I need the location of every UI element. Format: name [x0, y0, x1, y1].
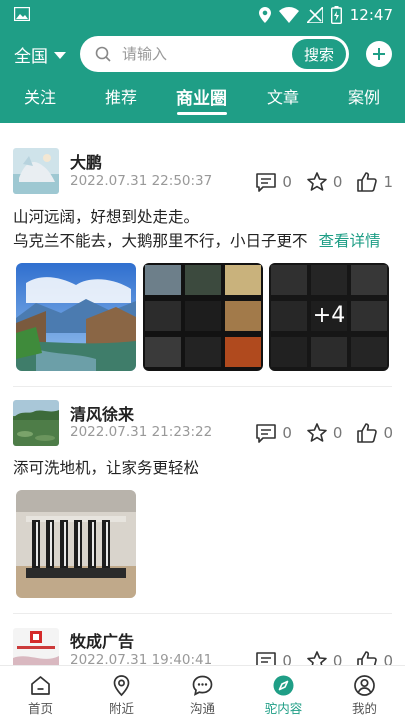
post-image[interactable] [143, 263, 263, 371]
like-stat[interactable]: 0 [356, 422, 393, 444]
more-images-badge: +4 [312, 303, 346, 328]
post-stats: 0 0 0 [241, 650, 393, 665]
tab-cases[interactable]: 案例 [348, 84, 380, 108]
user-icon [354, 675, 375, 696]
nav-nearby-label: 附近 [108, 701, 134, 716]
post-author[interactable]: 大鹏 [70, 149, 102, 173]
comment-stat[interactable]: 0 [255, 422, 292, 444]
comment-count: 0 [282, 652, 292, 665]
tab-articles[interactable]: 文章 [267, 84, 299, 108]
add-post-button[interactable] [366, 41, 392, 67]
tab-recommend[interactable]: 推荐 [105, 84, 137, 108]
city-selector[interactable]: 全国 [14, 42, 66, 67]
view-details-link[interactable]: 查看详情 [318, 232, 380, 250]
thumbs-up-icon [357, 651, 378, 665]
star-icon [307, 423, 327, 442]
search-icon [95, 46, 111, 62]
comment-count: 0 [282, 173, 292, 191]
divider [13, 386, 392, 387]
post-time: 2022.07.31 19:40:41 [70, 652, 213, 665]
like-count: 1 [383, 173, 393, 191]
search-box: 搜索 [80, 36, 349, 72]
tab-follow[interactable]: 关注 [24, 84, 56, 108]
favorite-stat[interactable]: 0 [306, 171, 343, 193]
status-icons: 12:47 [258, 5, 393, 25]
like-count: 0 [383, 652, 393, 665]
star-icon [307, 651, 327, 665]
status-bar: 12:47 [0, 0, 405, 30]
nav-home[interactable]: 首页 [0, 666, 81, 720]
active-tab-indicator [177, 112, 227, 115]
gallery-notification-icon [14, 7, 30, 21]
post-stats: 0 0 0 [241, 422, 393, 444]
post-author[interactable]: 清风徐来 [70, 401, 134, 425]
post-time: 2022.07.31 22:50:37 [70, 173, 213, 189]
thumbs-up-icon [357, 172, 378, 192]
post-stats: 0 0 1 [241, 171, 393, 193]
location-status-icon [258, 7, 271, 23]
post-text-line: 山河远阔，好想到处走走。 [13, 208, 200, 226]
avatar[interactable] [13, 148, 59, 194]
tab-business-circle[interactable]: 商业圈 [176, 84, 227, 109]
city-label: 全国 [14, 47, 48, 67]
nav-chat[interactable]: 沟通 [162, 666, 243, 720]
nav-home-label: 首页 [27, 701, 53, 716]
nav-profile[interactable]: 我的 [324, 666, 405, 720]
favorite-count: 0 [332, 173, 343, 191]
nav-chat-label: 沟通 [189, 701, 215, 716]
like-count: 0 [383, 424, 393, 442]
search-row: 全国 搜索 [0, 36, 405, 72]
search-input[interactable] [122, 44, 282, 64]
nav-content-label: 驼内容 [264, 701, 303, 716]
favorite-count: 0 [332, 424, 343, 442]
comment-icon [256, 173, 277, 192]
battery-icon [330, 6, 342, 24]
location-pin-icon [113, 675, 130, 697]
thumbs-up-icon [357, 423, 378, 443]
avatar[interactable] [13, 628, 59, 665]
category-tabs: 关注 推荐 商业圈 文章 案例 [0, 84, 405, 115]
signal-off-icon [306, 7, 323, 23]
star-icon [307, 172, 327, 191]
post-text-line: 乌克兰不能去，大鹅那里不行，小日子更不 查看详情 [13, 229, 380, 253]
comment-stat[interactable]: 0 [255, 650, 292, 665]
nav-profile-label: 我的 [351, 701, 377, 716]
home-icon [31, 676, 50, 695]
comment-count: 0 [282, 424, 292, 442]
comment-icon [256, 652, 277, 665]
favorite-stat[interactable]: 0 [306, 422, 343, 444]
comment-stat[interactable]: 0 [255, 171, 292, 193]
nav-content[interactable]: 驼内容 [243, 666, 324, 720]
caret-down-icon [54, 52, 66, 59]
divider [13, 613, 392, 614]
comment-icon [256, 424, 277, 443]
bottom-nav: 首页 附近 沟通 驼内容 我的 [0, 665, 405, 720]
post-time: 2022.07.31 21:23:22 [70, 424, 213, 440]
post-image[interactable] [16, 263, 136, 371]
wifi-icon [278, 7, 299, 23]
post-author[interactable]: 牧成广告 [70, 628, 134, 652]
search-button[interactable]: 搜索 [292, 39, 346, 69]
favorite-count: 0 [332, 652, 343, 665]
clock: 12:47 [349, 6, 393, 24]
top-header: 12:47 全国 搜索 关注 推荐 商业圈 文章 案例 [0, 0, 405, 123]
like-stat[interactable]: 1 [356, 171, 393, 193]
post-text-continued: 乌克兰不能去，大鹅那里不行，小日子更不 [13, 232, 308, 250]
avatar[interactable] [13, 400, 59, 446]
feed[interactable]: 大鹏 2022.07.31 22:50:37 0 0 1 山河远阔，好想到处走走… [0, 123, 405, 665]
like-stat[interactable]: 0 [356, 650, 393, 665]
compass-icon [273, 675, 294, 696]
nav-nearby[interactable]: 附近 [81, 666, 162, 720]
post-image[interactable] [16, 490, 136, 598]
post-image-more[interactable]: +4 [269, 263, 389, 371]
favorite-stat[interactable]: 0 [306, 650, 343, 665]
chat-bubble-icon [192, 675, 213, 696]
post-text-line: 添可洗地机，让家务更轻松 [13, 459, 200, 477]
